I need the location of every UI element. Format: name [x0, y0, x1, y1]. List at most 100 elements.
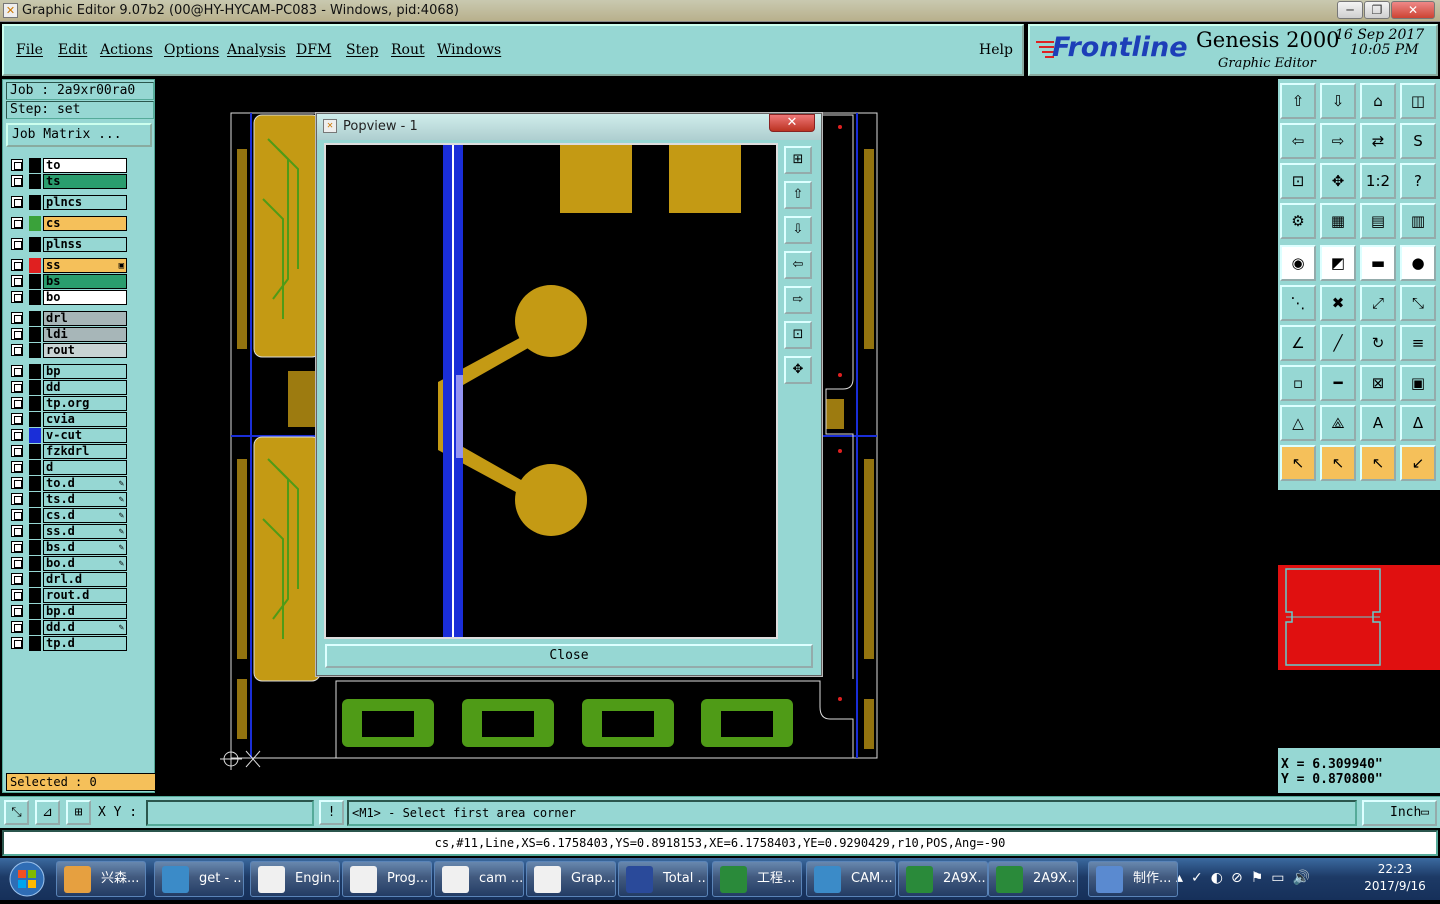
- layer-checkbox[interactable]: [11, 344, 23, 356]
- select-point-icon[interactable]: ◉: [1280, 245, 1316, 281]
- layer-checkbox[interactable]: [11, 159, 23, 171]
- layer-row[interactable]: drl.d: [8, 572, 130, 587]
- mini-map[interactable]: [1278, 490, 1440, 748]
- layer-row[interactable]: cs.d ✎: [8, 508, 130, 523]
- layer-checkbox[interactable]: [11, 525, 23, 537]
- triangle-a-icon[interactable]: △: [1280, 405, 1316, 441]
- measure-tool-icon[interactable]: ⚙: [1280, 203, 1316, 239]
- layer-checkbox[interactable]: [11, 397, 23, 409]
- layer-row[interactable]: tp.org: [8, 396, 130, 411]
- menu-file[interactable]: File: [16, 42, 43, 58]
- layer-name[interactable]: bp: [43, 364, 127, 379]
- job-matrix-button[interactable]: Job Matrix ...: [6, 123, 152, 147]
- layer-row[interactable]: ss.d ✎: [8, 524, 130, 539]
- taskbar-item[interactable]: get - ...: [154, 861, 244, 897]
- layer-checkbox[interactable]: [11, 259, 23, 271]
- popview-titlebar[interactable]: ✕ Popview - 1 ✕: [317, 114, 821, 140]
- layer-checkbox[interactable]: [11, 461, 23, 473]
- layer-row[interactable]: rout.d: [8, 588, 130, 603]
- triangle-d-icon[interactable]: Δ: [1400, 405, 1436, 441]
- fill-dot-icon[interactable]: ●: [1400, 245, 1436, 281]
- taskbar-item[interactable]: Engin...: [250, 861, 340, 897]
- layer-name[interactable]: ts: [43, 174, 127, 189]
- popview-canvas[interactable]: [324, 143, 778, 639]
- layer-checkbox[interactable]: [11, 605, 23, 617]
- layer-row[interactable]: d: [8, 460, 130, 475]
- layer-checkbox[interactable]: [11, 637, 23, 649]
- distance-icon[interactable]: ⊠: [1360, 365, 1396, 401]
- layer-checkbox[interactable]: [11, 429, 23, 441]
- snap-node-icon[interactable]: ⤡: [1400, 285, 1436, 321]
- triangle-c-icon[interactable]: A: [1360, 405, 1396, 441]
- menu-step[interactable]: Step: [346, 42, 378, 58]
- layer-row[interactable]: to.d ✎: [8, 476, 130, 491]
- pan-left-icon[interactable]: ⇦: [784, 251, 812, 279]
- popview-close-x-button[interactable]: ✕: [769, 114, 815, 132]
- pan-right-icon[interactable]: ⇨: [1320, 123, 1356, 159]
- zoom-area-icon[interactable]: ⤡: [4, 800, 29, 825]
- scale-1-2-icon[interactable]: 1:2: [1360, 163, 1396, 199]
- start-button[interactable]: [4, 858, 50, 900]
- layer-checkbox[interactable]: [11, 196, 23, 208]
- layer-checkbox[interactable]: [11, 621, 23, 633]
- taskbar-item[interactable]: 2A9X...: [988, 861, 1078, 897]
- layer-checkbox[interactable]: [11, 365, 23, 377]
- layer-checkbox[interactable]: [11, 312, 23, 324]
- layer-checkbox[interactable]: [11, 275, 23, 287]
- layer-row[interactable]: bo.d ✎: [8, 556, 130, 571]
- pan-right-icon[interactable]: ⇨: [784, 286, 812, 314]
- maximize-button[interactable]: ❐: [1364, 1, 1390, 19]
- layer-name[interactable]: v-cut: [43, 428, 127, 443]
- layer-name[interactable]: rout: [43, 343, 127, 358]
- layer-checkbox[interactable]: [11, 328, 23, 340]
- home-view-icon[interactable]: ⌂: [1360, 83, 1396, 119]
- delete-node-icon[interactable]: ✖: [1320, 285, 1356, 321]
- layer-name[interactable]: tp.d: [43, 636, 127, 651]
- layer-name[interactable]: ss ▣: [43, 258, 127, 273]
- layer-name[interactable]: dd.d ✎: [43, 620, 127, 635]
- layer-row[interactable]: ts.d ✎: [8, 492, 130, 507]
- menu-rout[interactable]: Rout: [391, 42, 425, 58]
- layer-checkbox[interactable]: [11, 557, 23, 569]
- layer-name[interactable]: to: [43, 158, 127, 173]
- layer-name[interactable]: plncs: [43, 195, 127, 210]
- snap-icon[interactable]: ⊿: [35, 800, 60, 825]
- zoom-box-icon[interactable]: ✥: [784, 356, 812, 384]
- layer-name[interactable]: cs.d ✎: [43, 508, 127, 523]
- grid-icon[interactable]: ▦: [1320, 203, 1356, 239]
- popview-close-button[interactable]: Close: [325, 644, 813, 668]
- panel-down-icon[interactable]: ⇩: [1320, 83, 1356, 119]
- fit-icon[interactable]: ⊡: [784, 321, 812, 349]
- layer-checkbox[interactable]: [11, 541, 23, 553]
- layer-checkbox[interactable]: [11, 493, 23, 505]
- units-select[interactable]: Inch ▭: [1362, 800, 1437, 826]
- pointer-b-icon[interactable]: ↖: [1320, 445, 1356, 481]
- layer-row[interactable]: ts: [8, 174, 130, 189]
- layer-name[interactable]: ss.d ✎: [43, 524, 127, 539]
- minimize-button[interactable]: ─: [1337, 1, 1363, 19]
- layer-row[interactable]: bs: [8, 274, 130, 289]
- cut-corner-icon[interactable]: ◩: [1320, 245, 1356, 281]
- layer-checkbox[interactable]: [11, 381, 23, 393]
- close-window-button[interactable]: ✕: [1391, 1, 1435, 19]
- layer-name[interactable]: bs.d ✎: [43, 540, 127, 555]
- taskbar-item[interactable]: 工程...: [712, 861, 802, 897]
- layer-name[interactable]: drl.d: [43, 572, 127, 587]
- taskbar-item[interactable]: 2A9X...: [898, 861, 988, 897]
- layer-row[interactable]: tp.d: [8, 636, 130, 651]
- xy-input[interactable]: [146, 800, 314, 826]
- shapes-icon[interactable]: ▣: [1400, 365, 1436, 401]
- taskbar-item[interactable]: Grap...: [526, 861, 616, 897]
- layer-name[interactable]: bs: [43, 274, 127, 289]
- zoom-in-icon[interactable]: ⇧: [784, 181, 812, 209]
- pointer-d-icon[interactable]: ↙: [1400, 445, 1436, 481]
- layer-row[interactable]: bo: [8, 290, 130, 305]
- split-view-icon[interactable]: ◫: [1400, 83, 1436, 119]
- exclamation-button[interactable]: !: [319, 800, 344, 825]
- layer-name[interactable]: bp.d: [43, 604, 127, 619]
- layer-checkbox[interactable]: [11, 291, 23, 303]
- menu-options[interactable]: Options: [164, 42, 219, 58]
- taskbar-item[interactable]: 兴森...: [56, 861, 146, 897]
- layer-row[interactable]: cvia: [8, 412, 130, 427]
- rotate-icon[interactable]: ↻: [1360, 325, 1396, 361]
